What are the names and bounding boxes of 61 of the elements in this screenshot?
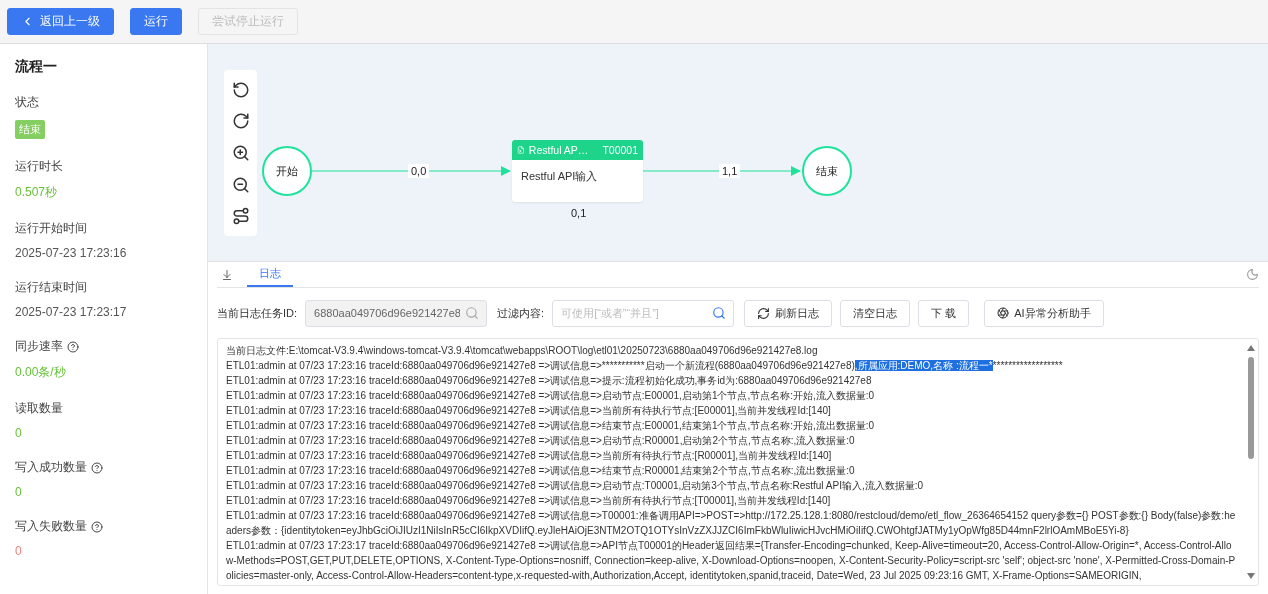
log-line: ETL01:admin at 07/23 17:23:16 traceId:6880aa049706d96e921427e8 =>调试信息=>结束节点:E00001,结束第1个节点,节点名称:开始,流出数据量:0 [226, 419, 876, 433]
log-line: ETL01:admin at 07/23 17:23:16 traceId:6880aa049706d96e921427e8 =>调试信息=>***********启动一个新流程(6880aa049706d96e921427e8),所属应用:DEMO,名称 :流程一******************* [226, 359, 1064, 373]
stat-value: 0 [15, 426, 23, 440]
start-node[interactable]: 开始 [262, 146, 312, 196]
zoom-in-icon[interactable] [231, 144, 250, 162]
back-button[interactable]: 返回上一级 [7, 8, 114, 35]
field-label: 当前日志任务ID: [217, 305, 298, 321]
task-node[interactable]: Restful AP… T00001 Restful API输入 [512, 140, 643, 202]
stat-value: 0 [15, 485, 23, 499]
help-icon [91, 461, 103, 474]
status-tag: 结束 [15, 120, 45, 139]
flow-title: 流程一 [15, 58, 58, 76]
log-tab[interactable]: 日志 [247, 262, 293, 287]
log-line: ETL01:admin at 07/23 17:23:16 traceId:6880aa049706d96e921427e8 =>调试信息=>当前所有待执行节点:[E00001],当前并发线程Id:[140] [226, 404, 832, 418]
stat-value: 0.507秒 [15, 184, 59, 201]
stat-label: 写入成功数量 [15, 459, 87, 476]
stat-label: 运行结束时间 [15, 279, 87, 296]
search-icon [465, 305, 480, 320]
ai-assistant-button[interactable]: AI异常分析助手 [984, 299, 1104, 327]
edge-label: 0,0 [408, 164, 430, 178]
task-title: Restful AP… [528, 144, 589, 156]
log-line: ETL01:admin at 07/23 17:23:16 traceId:6880aa049706d96e921427e8 =>调试信息=>启动节点:R00001,启动第2个节点,节点名称:,流入数据量:0 [226, 434, 856, 448]
edge-label: 1,1 [719, 164, 741, 178]
stat-label: 运行时长 [15, 158, 63, 175]
log-line: ETL01:admin at 07/23 17:23:16 traceId:6880aa049706d96e921427e8 =>调试信息=>启动节点:T00001,启动第3个节点,节点名称:Restful API输入,流入数据量:0 [226, 479, 925, 493]
stat-value: 2025-07-23 17:23:17 [15, 305, 128, 319]
stat-label: 状态 [15, 94, 39, 111]
file-icon [517, 144, 525, 156]
refresh-icon [757, 306, 771, 320]
log-line: ETL01:admin at 07/23 17:23:16 traceId:6880aa049706d96e921427e8 =>调试信息=>当前所有待执行节点:[T00001],当前并发线程Id:[140] [226, 494, 832, 508]
run-button[interactable]: 运行 [130, 8, 182, 35]
replay-icon[interactable] [231, 80, 250, 99]
log-line: ETL01:admin at 07/23 17:23:16 traceId:6880aa049706d96e921427e8 =>调试信息=>当前所有待执行节点:[R00001],当前并发线程Id:[140] [226, 449, 833, 463]
stat-value: 0 [15, 544, 23, 558]
route-icon[interactable] [231, 207, 250, 226]
log-action-button[interactable]: 清空日志 [840, 299, 911, 327]
log-line: 当前日志文件:E:\tomcat-V3.9.4\windows-tomcat-V3.9.4\tomcat\webapps\ROOT\log\etl01\20250723\6880aa049706d96e921427e8.log [226, 344, 819, 358]
task-description: Restful API输入 [520, 169, 599, 184]
ai-icon [997, 307, 1010, 319]
stat-label: 读取数量 [15, 400, 63, 417]
log-line: ETL01:admin at 07/23 17:23:16 traceId:6880aa049706d96e921427e8 =>调试信息=>结束节点:R00001,结束第2个节点,节点名称:,流出数据量:0 [226, 464, 856, 478]
help-icon [91, 520, 103, 533]
log-line: ETL01:admin at 07/23 17:23:16 traceId:6880aa049706d96e921427e8 =>调试信息=>提示:流程初始化成功,事务id为:6880aa049706d96e921427e8 [226, 374, 873, 388]
task-code: T00001 [602, 144, 638, 156]
end-node[interactable]: 结束 [802, 146, 852, 196]
zoom-out-icon[interactable] [231, 175, 250, 194]
stat-value: 2025-07-23 17:23:16 [15, 246, 128, 260]
search-icon [712, 305, 727, 320]
stat-label: 运行开始时间 [15, 220, 87, 237]
log-line: ETL01:admin at 07/23 17:23:16 traceId:6880aa049706d96e921427e8 =>调试信息=>启动节点:E00001,启动第1个节点,节点名称:开始,流入数据量:0 [226, 389, 876, 403]
task-caption: 0,1 [570, 206, 588, 220]
log-action-button[interactable]: 下 载 [918, 299, 970, 327]
refresh-icon[interactable] [231, 112, 250, 131]
stat-label: 写入失败数量 [15, 518, 87, 535]
log-line: ETL01:admin at 07/23 17:23:16 traceId:6880aa049706d96e921427e8 =>调试信息=>T00001:准备调用API=>POST=>http://172.25.128.1:8080/restcloud/demo/etl_flow_26364654152 query参数={} POST参数:{} Body(false)参数:headers参数：{identitytoken=eyJhbGciOiJIUzI1NiIsInR5cCI6IkpXVDIifQ.eyJleHAiOjE3NTM2OTQ1OTYsInVzZXJJZCI6ImFkbWluIiwicHJvcHMiOiIifQ.CWOhtgfJATMy1yOpWfg85D44mnF2lrlOAmMBoE5Yi-8} [226, 509, 1236, 538]
log-line: ETL01:admin at 07/23 17:23:17 traceId:6880aa049706d96e921427e8 =>调试信息=>API节点T00001的Header返回结果={Transfer-Encoding=chunked, Keep-Alive=timeout=20, Access-Control-Allow-Origin=*, Access-Control-Allow-Methods=POST,GET,PUT,DELETE,OPTIONS, X-Content-Type-Options=nosniff, Connection=keep-alive, X-Download-Options=noopen, X-Content-Security-Policy=script-src 'self'; object-src 'none', X-Permitted-Cross-Domain-Policies=master-only, Access-Control-Allow-Headers=content-type,x-requested-with,Authorization,Accept, identitytoken,spanid,traceid, Date=Wed, 23 Jul 2025 09:23:16 GMT, X-Frame-Options=SAMEORIGIN, [226, 539, 1236, 583]
help-icon [67, 340, 79, 353]
stat-value: 0.00条/秒 [15, 364, 67, 381]
stat-label: 同步速率 [15, 338, 63, 355]
field-label: 过滤内容: [497, 305, 545, 321]
refresh-log-button[interactable]: 刷新日志 [744, 299, 833, 327]
